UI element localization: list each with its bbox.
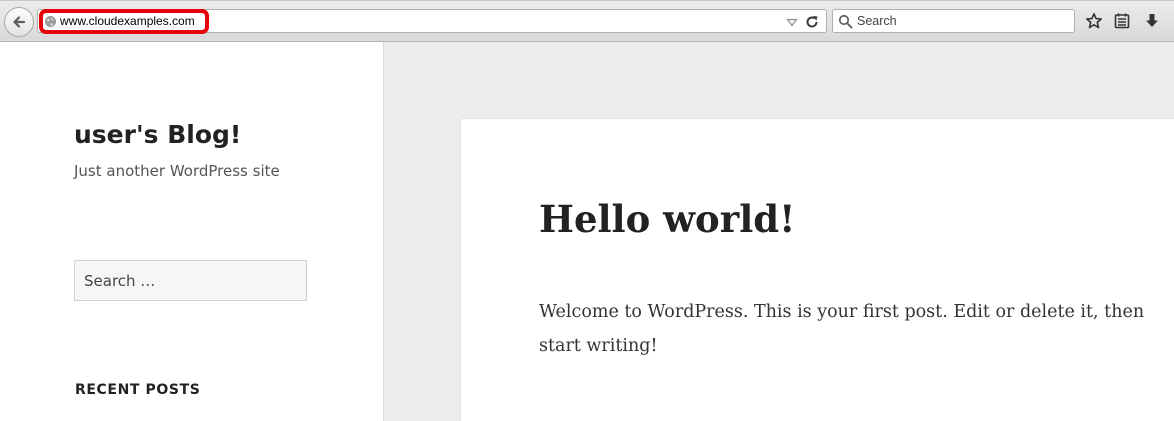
dropdown-arrow-icon[interactable] bbox=[786, 16, 798, 28]
site-title[interactable]: user's Blog! bbox=[74, 120, 241, 149]
star-icon[interactable] bbox=[1085, 12, 1103, 30]
post-content: Hello world! Welcome to WordPress. This … bbox=[460, 118, 1174, 421]
tabstrip-edge bbox=[0, 0, 1174, 1]
sidebar: user's Blog! Just another WordPress site… bbox=[0, 42, 384, 421]
browser-toolbar: www.cloudexamples.com Search bbox=[0, 0, 1174, 42]
url-highlight-annotation bbox=[39, 9, 209, 34]
browser-search-box[interactable]: Search bbox=[832, 9, 1075, 33]
search-icon bbox=[838, 14, 853, 29]
browser-search-placeholder: Search bbox=[857, 14, 897, 28]
post-body: Welcome to WordPress. This is your first… bbox=[539, 302, 1145, 356]
address-bar[interactable]: www.cloudexamples.com bbox=[37, 9, 827, 34]
recent-posts-heading: RECENT POSTS bbox=[75, 382, 201, 398]
search-input[interactable]: Search … bbox=[74, 260, 307, 301]
download-icon[interactable] bbox=[1143, 12, 1161, 30]
search-placeholder: Search … bbox=[84, 272, 156, 290]
post-title[interactable]: Hello world! bbox=[539, 197, 795, 241]
reading-list-icon[interactable] bbox=[1113, 12, 1131, 30]
back-button[interactable] bbox=[4, 7, 34, 37]
back-arrow-icon bbox=[13, 16, 26, 28]
site-description: Just another WordPress site bbox=[74, 162, 280, 180]
reload-icon[interactable] bbox=[804, 14, 820, 30]
